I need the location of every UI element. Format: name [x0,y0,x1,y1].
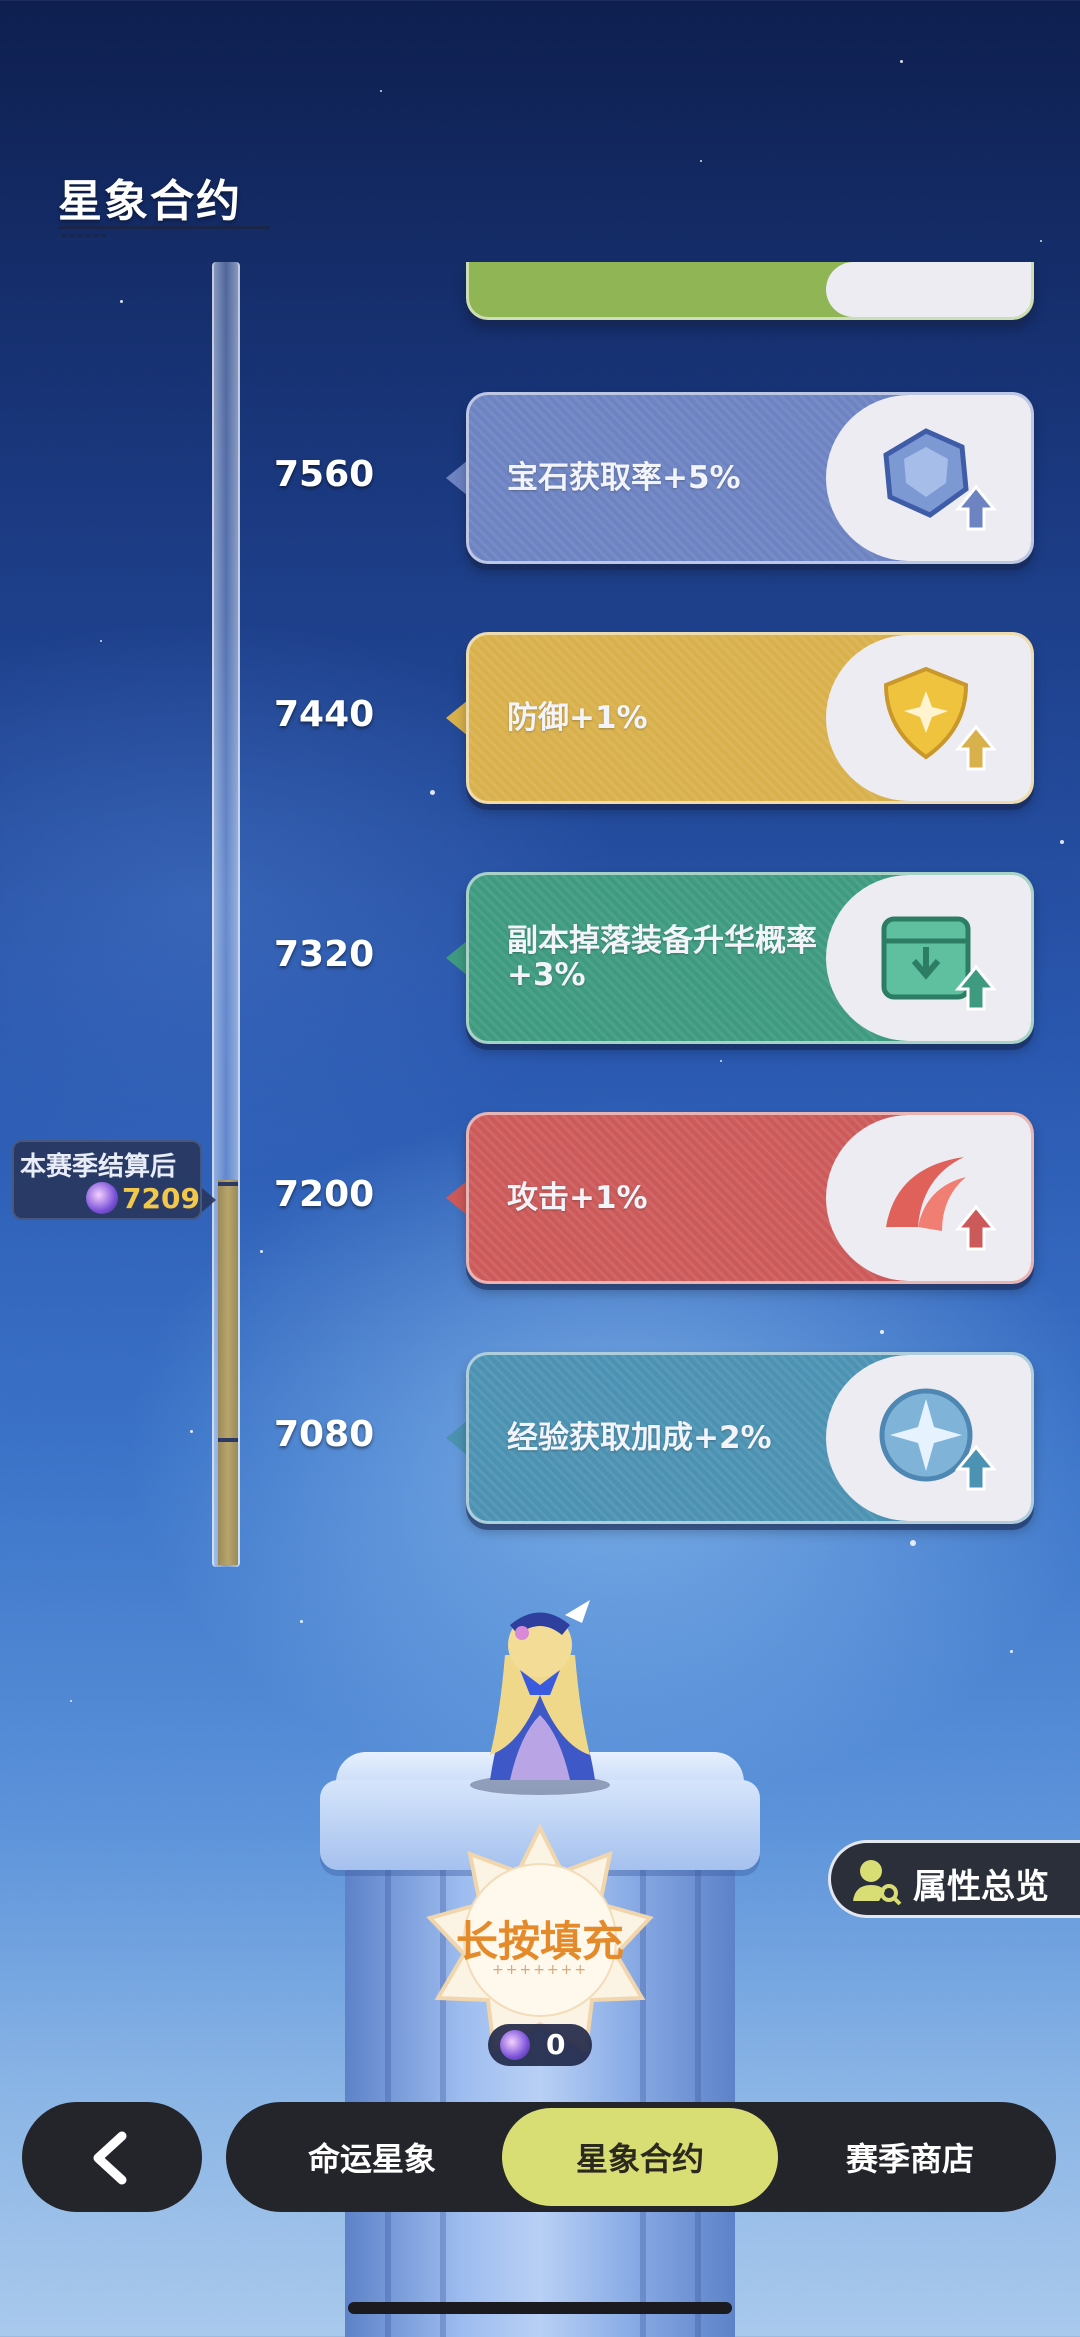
reward-card-pointer [446,1180,468,1216]
reward-card-pointer [446,940,468,976]
settlement-pointer [202,1188,216,1212]
fill-cost-value: 0 [546,2028,566,2061]
star-dot [430,790,435,795]
reward-level-value: 7320 [274,934,375,975]
chevron-left-icon [93,2131,127,2185]
reward-level-value: 7440 [274,694,375,735]
star-compass-upgrade-icon [826,1355,1031,1521]
track-tick [218,1182,238,1186]
star-dot [880,1330,884,1334]
reward-level-value: 7560 [274,454,375,495]
progress-track-fill [218,1180,238,1565]
character-sprite [470,1600,610,1795]
pillar-flute [385,1850,391,2337]
settlement-title: 本赛季结算后 [20,1152,177,1182]
star-dot [1060,840,1064,844]
star-dot [720,1060,722,1062]
home-indicator [348,2302,732,2314]
reward-card[interactable]: 经验获取加成+2% [466,1352,1034,1524]
star-dot [900,60,903,63]
reward-card[interactable]: 防御+1% [466,632,1034,804]
star-dot [910,1540,916,1546]
tab-season-shop[interactable]: 赛季商店 [772,2108,1048,2206]
user-search-icon [853,1860,902,1905]
gem-upgrade-icon [826,395,1031,561]
reward-label: 经验获取加成+2% [507,1419,772,1456]
star-dot [1010,1650,1013,1653]
star-dot [380,90,382,92]
fill-decoration: +++++++ [492,1962,589,1978]
reward-card[interactable]: 宝石获取率+5% [466,392,1034,564]
pillar-flute [695,1850,701,2337]
leaf-upgrade-icon [826,262,1031,317]
reward-card-pointer [446,1420,468,1456]
reward-card-pointer [446,460,468,496]
long-press-fill-label[interactable]: 长按填充 [420,1908,660,1969]
title-underline [58,226,270,229]
title-dots [62,234,108,237]
reward-level-value: 7200 [274,1174,375,1215]
slash-upgrade-icon [826,1115,1031,1281]
attribute-overview-button[interactable]: 属性总览 [828,1840,1080,1918]
star-dot [100,640,102,642]
star-dot [70,1700,72,1702]
star-dot [120,300,123,303]
star-dot [190,1430,193,1433]
tab-fate-stars[interactable]: 命运星象 [234,2108,510,2206]
bottom-tab-bar: 命运星象 星象合约 赛季商店 [226,2102,1056,2212]
page-title: 星象合约 [58,176,242,227]
star-dot [700,160,702,162]
tab-star-contract[interactable]: 星象合约 [502,2108,778,2206]
settlement-badge: 本赛季结算后 7209 [12,1140,202,1220]
reward-level-value: 7080 [274,1414,375,1455]
reward-card[interactable]: 副本掉落装备升华概率+3% [466,872,1034,1044]
fill-cost: 0 [488,2024,592,2066]
star-orb-icon [86,1182,118,1214]
reward-card[interactable]: 攻击+1% [466,1112,1034,1284]
star-dot [300,1620,303,1623]
reward-card-pointer [446,700,468,736]
back-button[interactable] [22,2102,202,2212]
shield-upgrade-icon [826,635,1031,801]
reward-label: 宝石获取率+5% [507,459,741,496]
track-tick [218,1438,238,1442]
attribute-overview-label: 属性总览 [913,1867,1049,1907]
reward-label: 副本掉落装备升华概率+3% [507,922,817,993]
reward-card-partial[interactable] [466,262,1034,320]
star-dot [1040,240,1042,242]
reward-label: 防御+1% [507,699,648,736]
settlement-value: 7209 [122,1182,200,1215]
reward-label: 攻击+1% [507,1179,648,1216]
star-orb-icon [500,2030,530,2060]
box-upgrade-icon [826,875,1031,1041]
star-dot [260,1250,263,1253]
